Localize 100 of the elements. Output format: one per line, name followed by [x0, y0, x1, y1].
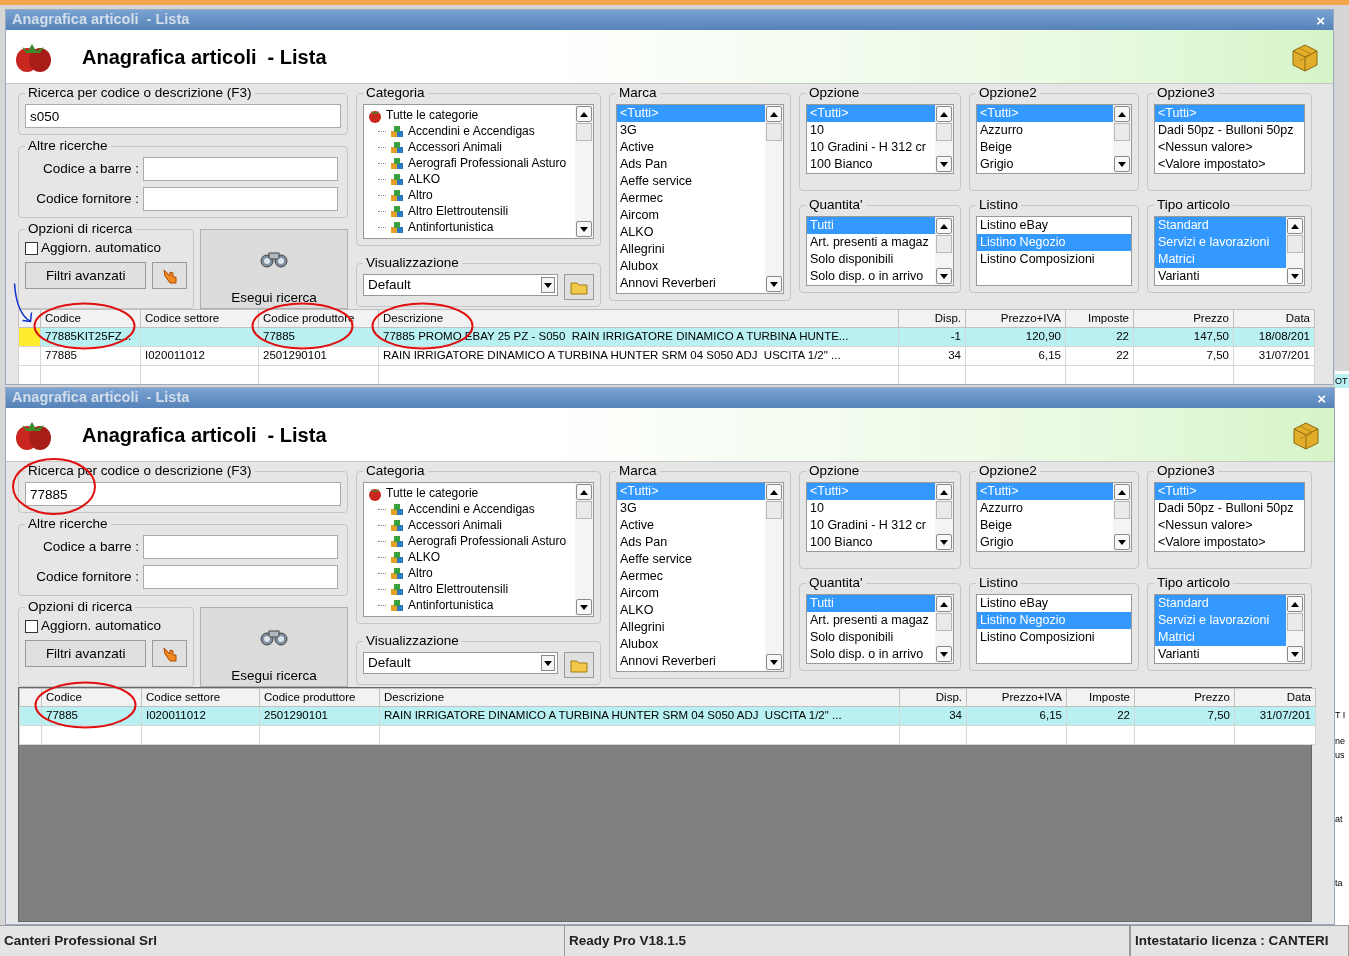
column-header[interactable]: Data: [1233, 309, 1315, 328]
list-item[interactable]: ALKO: [617, 602, 765, 619]
input-field[interactable]: [143, 187, 338, 211]
column-header[interactable]: Descrizione: [379, 688, 900, 707]
list-item[interactable]: 10: [807, 122, 935, 139]
scrollbar[interactable]: [935, 595, 953, 663]
list-item[interactable]: Azzurro: [977, 122, 1113, 139]
list-item[interactable]: 100 Bianco: [807, 534, 935, 551]
list-item[interactable]: Listino Composizioni: [977, 251, 1131, 268]
list-item[interactable]: Art. presenti a magaz: [807, 234, 935, 251]
column-header[interactable]: Disp.: [899, 688, 967, 707]
list-item[interactable]: Dadi 50pz - Bulloni 50pz: [1155, 500, 1304, 517]
list-item[interactable]: Listino eBay: [977, 595, 1131, 612]
tree-item[interactable]: Accessori Animali: [408, 139, 503, 155]
list-item[interactable]: Grigio: [977, 534, 1113, 551]
column-header[interactable]: Prezzo+IVA: [965, 309, 1066, 328]
list-item[interactable]: Azzurro: [977, 500, 1113, 517]
table-row[interactable]: 77885 I020011012 2501290101 RAIN IRRIGATORE DINAMICO A TURBINA HUNTER SRM 04 S050 ADJ USCITA 1/2" ... 34 6,15 22 7,50 31/07/201: [18, 346, 1315, 366]
column-header[interactable]: Disp.: [898, 309, 966, 328]
filters-button[interactable]: Filtri avanzati: [25, 262, 147, 290]
list-item[interactable]: 10 Gradini - H 312 cr: [807, 517, 935, 534]
list-item[interactable]: Aeffe service: [617, 551, 765, 568]
scrollbar[interactable]: [935, 217, 953, 285]
tree-item[interactable]: Aerografi Professionali Asturo: [408, 155, 567, 171]
list-item[interactable]: 10 Gradini - H 312 cr: [807, 139, 935, 156]
list-item[interactable]: 100 Bianco: [807, 156, 935, 173]
list-item[interactable]: Aermec: [617, 568, 765, 585]
list-item[interactable]: Annovi Reverberi: [617, 653, 765, 670]
input-field[interactable]: [143, 157, 338, 181]
list-item[interactable]: Solo disponibili: [807, 251, 935, 268]
pointer-button[interactable]: [152, 640, 187, 668]
table-row[interactable]: 77885KIT25FZ... 77885 77885 PROMO EBAY 25 PZ - S050 RAIN IRRIGATORE DINAMICO A TURBINA HUNTE... -1 120,90 22 147,50 18/08/201: [18, 327, 1315, 347]
tree-item[interactable]: ALKO: [408, 171, 440, 187]
tree-item[interactable]: Antinfortunistica: [408, 597, 494, 613]
search-field[interactable]: s050: [25, 104, 341, 128]
list-item[interactable]: Active: [617, 139, 765, 156]
column-header[interactable]: Codice: [41, 688, 142, 707]
tree-item[interactable]: Tutte le categorie: [386, 485, 479, 501]
scrollbar[interactable]: [1113, 483, 1131, 551]
list-item[interactable]: Beige: [977, 517, 1113, 534]
list-item[interactable]: Solo disp. o in arrivo: [807, 268, 935, 285]
list-item[interactable]: Listino eBay: [977, 217, 1131, 234]
tree-item[interactable]: Antinfortunistica: [408, 219, 494, 235]
search-button[interactable]: Esegui ricerca: [200, 229, 348, 309]
search-field[interactable]: 77885: [25, 482, 341, 506]
scrollbar[interactable]: [1113, 105, 1131, 173]
tree-item[interactable]: Tutte le categorie: [386, 107, 479, 123]
scrollbar[interactable]: [935, 483, 953, 551]
tree-item[interactable]: Accendini e Accendigas: [408, 501, 535, 517]
column-header[interactable]: Codice produttore: [259, 688, 380, 707]
column-header[interactable]: Descrizione: [378, 309, 899, 328]
list-item[interactable]: 10: [807, 500, 935, 517]
scrollbar[interactable]: [935, 105, 953, 173]
list-item[interactable]: <Nessun valore>: [1155, 139, 1304, 156]
tree-item[interactable]: ALKO: [408, 549, 440, 565]
list-item[interactable]: Aermec: [617, 190, 765, 207]
scrollbar[interactable]: [575, 105, 593, 238]
list-item[interactable]: Alubox: [617, 636, 765, 653]
tree-item[interactable]: Aerografi Professionali Asturo: [408, 533, 567, 549]
scrollbar[interactable]: [575, 483, 593, 616]
column-header[interactable]: Prezzo+IVA: [966, 688, 1067, 707]
list-item[interactable]: ALKO: [617, 224, 765, 241]
tree-item[interactable]: Accendini e Accendigas: [408, 123, 535, 139]
list-item[interactable]: Varianti: [1155, 268, 1286, 285]
list-item[interactable]: Dadi 50pz - Bulloni 50pz: [1155, 122, 1304, 139]
tree-item[interactable]: Altro Elettroutensili: [408, 581, 509, 597]
list-item[interactable]: Art. presenti a magaz: [807, 612, 935, 629]
table-row[interactable]: 77885 I020011012 2501290101 RAIN IRRIGATORE DINAMICO A TURBINA HUNTER SRM 04 S050 ADJ USCITA 1/2" ... 34 6,15 22 7,50 31/07/201: [19, 706, 1316, 726]
column-header[interactable]: Prezzo: [1134, 688, 1235, 707]
column-header[interactable]: Prezzo: [1133, 309, 1234, 328]
scrollbar[interactable]: [1286, 217, 1304, 285]
column-header[interactable]: Codice settore: [141, 688, 260, 707]
list-item[interactable]: Allegrini: [617, 619, 765, 636]
column-header[interactable]: Codice: [40, 309, 141, 328]
list-item[interactable]: Ads Pan: [617, 534, 765, 551]
view-dropdown[interactable]: Default: [363, 274, 558, 296]
list-item[interactable]: Active: [617, 517, 765, 534]
column-header[interactable]: Data: [1234, 688, 1316, 707]
list-item[interactable]: Listino Composizioni: [977, 629, 1131, 646]
pointer-button[interactable]: [152, 262, 187, 290]
tree-item[interactable]: Accessori Animali: [408, 517, 503, 533]
column-header[interactable]: Imposte: [1065, 309, 1134, 328]
view-dropdown[interactable]: Default: [363, 652, 558, 674]
column-header[interactable]: Imposte: [1066, 688, 1135, 707]
list-item[interactable]: Beige: [977, 139, 1113, 156]
input-field[interactable]: [143, 565, 338, 589]
list-item[interactable]: <Valore impostato>: [1155, 534, 1304, 551]
search-button[interactable]: Esegui ricerca: [200, 607, 348, 687]
column-header[interactable]: Codice settore: [140, 309, 259, 328]
input-field[interactable]: [143, 535, 338, 559]
checkbox[interactable]: [25, 241, 38, 255]
list-item[interactable]: <Valore impostato>: [1155, 156, 1304, 173]
scrollbar[interactable]: [765, 105, 783, 293]
tree-item[interactable]: Altro: [408, 565, 433, 581]
list-item[interactable]: Aeffe service: [617, 173, 765, 190]
checkbox[interactable]: [25, 619, 38, 633]
list-item[interactable]: Solo disponibili: [807, 629, 935, 646]
list-item[interactable]: Alubox: [617, 258, 765, 275]
list-item[interactable]: Grigio: [977, 156, 1113, 173]
folder-button[interactable]: [564, 274, 594, 300]
